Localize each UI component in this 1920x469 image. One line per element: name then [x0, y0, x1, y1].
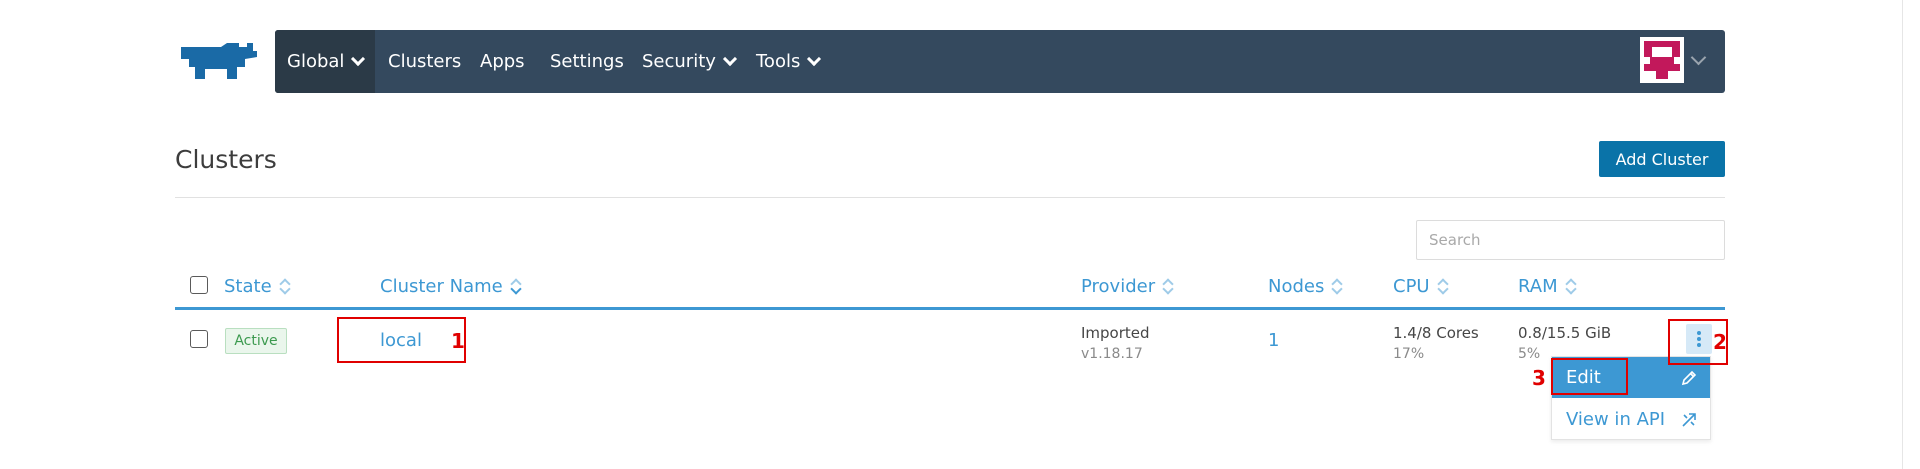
select-all-checkbox[interactable] — [190, 276, 208, 294]
column-header-provider[interactable]: Provider — [1081, 276, 1173, 297]
nav-settings[interactable]: Settings — [550, 30, 624, 93]
column-label: RAM — [1518, 276, 1558, 297]
sort-icon — [511, 278, 521, 294]
provider-version: v1.18.17 — [1081, 346, 1143, 362]
nav-tools[interactable]: Tools — [756, 30, 822, 93]
nav-security-label: Security — [642, 51, 716, 72]
column-header-cluster-name[interactable]: Cluster Name — [380, 276, 521, 297]
annotation-number-1: 1 — [451, 329, 465, 353]
ram-usage: 0.8/15.5 GiB — [1518, 324, 1612, 342]
nav-security[interactable]: Security — [642, 30, 737, 93]
annotation-box-1 — [337, 317, 466, 363]
column-label: State — [224, 276, 272, 297]
chevron-down-icon — [807, 51, 822, 67]
menu-item-view-in-api[interactable]: View in API — [1552, 399, 1710, 440]
column-label: Provider — [1081, 276, 1156, 297]
page-title: Clusters — [175, 145, 277, 174]
sort-icon — [1332, 278, 1342, 294]
search-input[interactable] — [1416, 220, 1725, 260]
column-label: Nodes — [1268, 276, 1325, 297]
row-checkbox[interactable] — [190, 330, 208, 348]
user-avatar[interactable] — [1640, 37, 1684, 83]
cpu-usage: 1.4/8 Cores — [1393, 324, 1479, 342]
sort-icon — [1566, 278, 1576, 294]
nodes-count-link[interactable]: 1 — [1268, 330, 1279, 351]
nav-global-label: Global — [287, 51, 345, 72]
page-scrollbar[interactable] — [1902, 0, 1920, 469]
nav-apps[interactable]: Apps — [480, 30, 525, 93]
column-header-nodes[interactable]: Nodes — [1268, 276, 1342, 297]
nav-clusters[interactable]: Clusters — [388, 30, 461, 93]
ram-percent: 5% — [1518, 346, 1541, 362]
chevron-down-icon — [351, 51, 366, 67]
rancher-logo-icon[interactable] — [175, 41, 261, 81]
sort-icon — [280, 278, 290, 294]
column-label: Cluster Name — [380, 276, 503, 297]
chevron-down-icon — [722, 51, 737, 67]
annotation-number-3: 3 — [1532, 366, 1546, 390]
column-header-ram[interactable]: RAM — [1518, 276, 1576, 297]
external-link-icon — [1682, 413, 1696, 427]
cpu-percent: 17% — [1393, 346, 1425, 362]
provider-name: Imported — [1081, 324, 1150, 342]
menu-item-label: View in API — [1566, 409, 1666, 430]
table-header-rule — [175, 307, 1725, 310]
column-label: CPU — [1393, 276, 1430, 297]
nav-tools-label: Tools — [756, 51, 801, 72]
sort-icon — [1163, 278, 1173, 294]
annotation-number-2: 2 — [1713, 330, 1727, 354]
column-header-cpu[interactable]: CPU — [1393, 276, 1448, 297]
pencil-icon — [1681, 370, 1697, 386]
add-cluster-button[interactable]: Add Cluster — [1599, 141, 1725, 177]
top-navbar: Global Clusters Apps Settings Security T… — [275, 30, 1725, 93]
chevron-down-icon[interactable] — [1690, 49, 1707, 66]
divider — [175, 197, 1725, 198]
nav-global[interactable]: Global — [275, 30, 375, 93]
sort-icon — [1438, 278, 1448, 294]
status-badge: Active — [225, 328, 287, 354]
column-header-state[interactable]: State — [224, 276, 290, 297]
annotation-box-3 — [1551, 358, 1628, 395]
